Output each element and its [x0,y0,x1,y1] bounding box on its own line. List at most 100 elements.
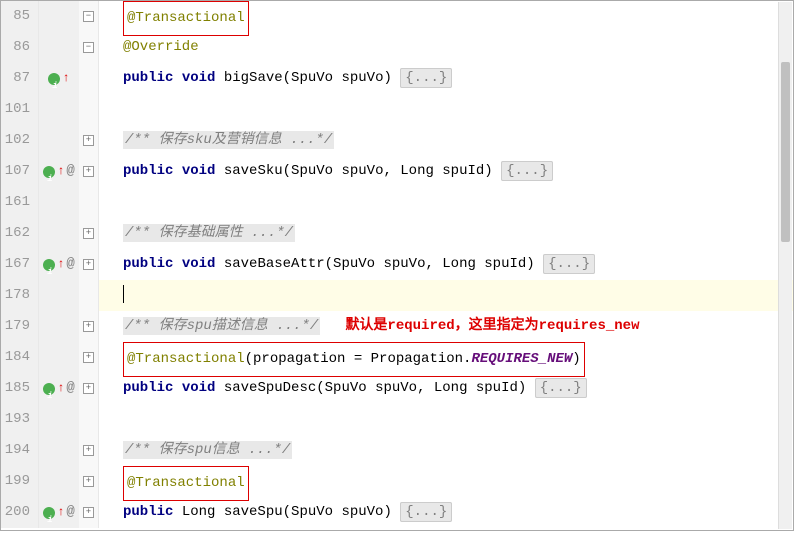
fold-expand-icon[interactable]: + [83,321,94,332]
code-text [173,163,181,179]
code-content[interactable]: /** 保存spu描述信息 ...*/ 默认是required，这里指定为req… [99,311,793,342]
gutter-marker [39,311,79,342]
code-text: saveSpuDesc(SpuVo spuVo, Long spuId) [215,380,534,396]
code-line[interactable]: 200↑@+public Long saveSpu(SpuVo spuVo) {… [1,497,793,528]
override-indicator-icon[interactable] [43,507,55,519]
code-content[interactable] [99,280,793,311]
gutter-marker: ↑@ [39,373,79,404]
code-line[interactable]: 178 [1,280,793,311]
code-content[interactable]: public Long saveSpu(SpuVo spuVo) {...} [99,497,793,528]
fold-gutter: + [79,311,99,342]
fold-expand-icon[interactable]: + [83,259,94,270]
up-arrow-icon: ↑ [57,373,64,404]
code-text: Long saveSpu(SpuVo spuVo) [173,504,400,520]
annotation-icon: @ [66,373,74,404]
code-line[interactable]: 102+/** 保存sku及营销信息 ...*/ [1,125,793,156]
gutter-marker: ↑@ [39,156,79,187]
code-content[interactable]: public void saveSku(SpuVo spuVo, Long sp… [99,156,793,187]
code-text [173,70,181,86]
code-content[interactable]: /** 保存基础属性 ...*/ [99,218,793,249]
code-line[interactable]: 101 [1,94,793,125]
code-line[interactable]: 85 −@Transactional [1,1,793,32]
fold-expand-icon[interactable]: + [83,166,94,177]
line-number: 85 [1,1,39,32]
highlight-box: @Transactional [123,466,249,501]
code-line[interactable]: 194+/** 保存spu信息 ...*/ [1,435,793,466]
code-line[interactable]: 179 + /** 保存spu描述信息 ...*/ 默认是required，这里指定… [1,311,793,342]
folded-code-icon[interactable]: {...} [501,161,553,181]
override-indicator-icon[interactable] [43,259,55,271]
code-content[interactable]: @Transactional(propagation = Propagation… [99,342,793,373]
line-number: 161 [1,187,39,218]
code-line[interactable]: 107↑@ + public void saveSku(SpuVo spuVo, L… [1,156,793,187]
code-content[interactable] [99,187,793,218]
fold-expand-icon[interactable]: + [83,135,94,146]
fold-gutter: − [79,1,99,32]
fold-collapse-icon[interactable]: − [83,42,94,53]
line-number: 179 [1,311,39,342]
fold-expand-icon[interactable]: + [83,445,94,456]
code-line[interactable]: 86−@Override [1,32,793,63]
gutter-marker [39,94,79,125]
keyword: void [182,256,216,272]
fold-gutter: + [79,435,99,466]
code-line[interactable]: 185↑@+public void saveSpuDesc(SpuVo spuV… [1,373,793,404]
gutter-marker: ↑@ [39,497,79,528]
fold-expand-icon[interactable]: + [83,507,94,518]
line-number: 107 [1,156,39,187]
fold-gutter [79,63,99,94]
vertical-scrollbar[interactable] [778,2,792,529]
code-content[interactable] [99,94,793,125]
code-line[interactable]: 87↑public void bigSave(SpuVo spuVo) {...… [1,63,793,94]
folded-code-icon[interactable]: {...} [400,68,452,88]
override-indicator-icon[interactable] [43,383,55,395]
fold-gutter: + [79,342,99,373]
code-line[interactable]: 161 [1,187,793,218]
code-content[interactable]: public void saveSpuDesc(SpuVo spuVo, Lon… [99,373,793,404]
annotation-icon: @ [66,497,74,528]
override-indicator-icon[interactable] [43,166,55,178]
fold-expand-icon[interactable]: + [83,476,94,487]
code-content[interactable]: /** 保存sku及营销信息 ...*/ [99,125,793,156]
fold-expand-icon[interactable]: + [83,352,94,363]
keyword: public [123,504,173,520]
fold-gutter [79,94,99,125]
fold-gutter [79,187,99,218]
code-text [173,380,181,396]
code-content[interactable]: @Transactional [99,466,793,497]
fold-expand-icon[interactable]: + [83,228,94,239]
code-content[interactable]: /** 保存spu信息 ...*/ [99,435,793,466]
gutter-marker [39,466,79,497]
keyword: public [123,70,173,86]
folded-code-icon[interactable]: {...} [400,502,452,522]
code-line[interactable]: 184+@Transactional(propagation = Propaga… [1,342,793,373]
line-number: 178 [1,280,39,311]
code-content[interactable]: public void saveBaseAttr(SpuVo spuVo, Lo… [99,249,793,280]
override-indicator-icon[interactable] [48,73,60,85]
code-line[interactable]: 167↑@+public void saveBaseAttr(SpuVo spu… [1,249,793,280]
annotation: @Override [123,39,199,55]
text-cursor [123,285,124,303]
fold-gutter: − [79,32,99,63]
fold-collapse-icon[interactable]: − [83,11,94,22]
code-line[interactable]: 199+@Transactional [1,466,793,497]
fold-gutter: + [79,249,99,280]
code-line[interactable]: 193 [1,404,793,435]
gutter-marker [39,404,79,435]
code-content[interactable]: @Transactional [99,1,793,32]
code-content[interactable] [99,404,793,435]
code-area[interactable]: 85−@Transactional86−@Override87↑public v… [1,1,793,530]
code-text: saveBaseAttr(SpuVo spuVo, Long spuId) [215,256,543,272]
fold-gutter: + [79,156,99,187]
scrollbar-thumb[interactable] [781,62,790,242]
code-content[interactable]: public void bigSave(SpuVo spuVo) {...} [99,63,793,94]
keyword: public [123,256,173,272]
line-number: 185 [1,373,39,404]
code-line[interactable]: 162+/** 保存基础属性 ...*/ [1,218,793,249]
code-content[interactable]: @Override [99,32,793,63]
fold-expand-icon[interactable]: + [83,383,94,394]
folded-code-icon[interactable]: {...} [535,378,587,398]
folded-code-icon[interactable]: {...} [543,254,595,274]
line-number: 87 [1,63,39,94]
gutter-marker [39,1,79,32]
